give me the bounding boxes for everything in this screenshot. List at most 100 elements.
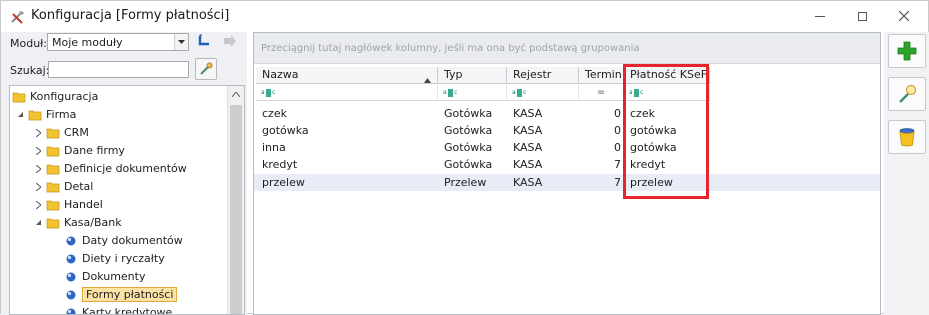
group-by-panel[interactable]: Przeciągnij tutaj nagłówek kolumny, jeśl… [254,33,880,64]
tree-item-karty-kredytowe[interactable]: Karty kredytowe [64,304,172,315]
tree-item-label: Dokumenty [82,270,145,283]
text-filter-icon: ac [512,89,527,97]
folder-icon [46,181,60,193]
cell-rejestr: KASA [507,156,579,173]
maximize-icon [858,12,867,21]
edit-button[interactable] [888,77,926,111]
add-button[interactable] [888,34,926,68]
cell-termin: 7 [579,156,624,173]
tree-item-firma[interactable]: Firma [14,106,76,123]
tree-item-dokumenty[interactable]: Dokumenty [64,268,145,285]
cell-rejestr: KASA [507,174,579,191]
tree-item-daty-dokumentow[interactable]: Daty dokumentów [64,232,183,249]
scroll-thumb[interactable] [230,105,242,315]
expand-arrow-icon[interactable] [32,129,44,137]
back-arrow-icon[interactable] [195,31,215,51]
right-toolbar [884,32,929,315]
magnifier-icon [896,83,918,105]
column-header-label: Nazwa [262,68,298,81]
tree-item-kasa-bank[interactable]: Kasa/Bank [32,214,122,231]
tree-item-label: Diety i ryczałty [82,252,165,265]
equals-filter-icon: = [597,87,605,98]
collapse-arrow-icon[interactable] [32,219,44,226]
configuration-window: Konfiguracja [Formy płatności] Moduł: Mo… [0,0,929,314]
cell-termin: 0 [579,105,624,122]
scroll-up-icon[interactable] [228,86,244,103]
window-title: Konfiguracja [Formy płatności] [31,8,229,23]
module-label: Moduł: [10,37,47,50]
trash-icon [896,126,918,148]
filter-nazwa[interactable]: ac [256,85,438,101]
tree-item-crm[interactable]: CRM [32,124,89,141]
tree-item-diety-i-ryczalty[interactable]: Diety i ryczałty [64,250,165,267]
column-header-termin[interactable]: Termin [579,67,624,84]
column-header-label: Termin [585,68,622,81]
cell-nazwa: gotówka [256,122,438,139]
tree-item-detal[interactable]: Detal [32,178,93,195]
cell-typ: Gotówka [438,122,507,139]
forward-arrow-icon[interactable] [220,31,240,51]
settings-leaf-icon [64,271,78,283]
cell-nazwa: czek [256,105,438,122]
minimize-icon [815,16,825,17]
tree-item-label: Handel [64,198,103,211]
pipette-search-icon [198,61,214,77]
filter-rejestr[interactable]: ac [507,85,579,101]
settings-leaf-icon [64,289,78,301]
delete-button[interactable] [888,120,926,154]
cell-rejestr: KASA [507,105,579,122]
cell-termin: 0 [579,139,624,156]
filter-termin[interactable]: = [579,85,624,101]
tree-item-label: Dane firmy [64,144,125,157]
tree-item-label: Daty dokumentów [82,234,183,247]
tree-item-handel[interactable]: Handel [32,196,103,213]
tree-scrollbar[interactable] [227,86,244,315]
column-header-label: Typ [444,68,463,81]
expand-arrow-icon[interactable] [32,201,44,209]
folder-icon [46,145,60,157]
tree-item-dane-firmy[interactable]: Dane firmy [32,142,125,159]
search-button[interactable] [195,58,217,80]
configuration-tree[interactable]: Konfiguracja Firma CRM Dane firmy Defini… [9,85,245,315]
settings-leaf-icon [64,235,78,247]
chevron-down-icon[interactable] [174,34,188,50]
tree-item-formy-platnosci[interactable]: Formy płatności [64,286,177,303]
expand-arrow-icon[interactable] [32,147,44,155]
filter-typ[interactable]: ac [438,85,507,101]
tree-item-konfiguracja[interactable]: Konfiguracja [12,88,98,105]
folder-icon [12,91,26,103]
payment-methods-grid: Przeciągnij tutaj nagłówek kolumny, jeśl… [253,32,881,315]
tree-item-label: Konfiguracja [30,90,98,103]
cell-nazwa: przelew [256,174,438,191]
folder-icon [46,163,60,175]
module-select[interactable]: Moje moduły [47,33,189,51]
column-header-typ[interactable]: Typ [438,67,507,84]
tree-item-definicje-dokumentow[interactable]: Definicje dokumentów [32,160,187,177]
tree-item-label: Firma [46,108,76,121]
search-label: Szukaj: [10,64,49,77]
cell-rejestr: KASA [507,139,579,156]
collapse-arrow-icon[interactable] [14,111,26,118]
tree-item-label: Formy płatności [82,287,177,302]
tree-item-label: Definicje dokumentów [64,162,187,175]
folder-icon [46,127,60,139]
cell-rejestr: KASA [507,122,579,139]
cell-nazwa: inna [256,139,438,156]
maximize-button[interactable] [839,1,885,31]
group-by-hint: Przeciągnij tutaj nagłówek kolumny, jeśl… [261,43,640,54]
expand-arrow-icon[interactable] [32,183,44,191]
folder-icon [46,217,60,229]
minimize-button[interactable] [797,1,843,31]
ksef-column-highlight [623,64,709,199]
title-bar: Konfiguracja [Formy płatności] [1,1,928,32]
cell-termin: 0 [579,122,624,139]
search-input[interactable] [48,61,189,78]
close-button[interactable] [881,1,927,31]
expand-arrow-icon[interactable] [32,165,44,173]
column-header-rejestr[interactable]: Rejestr [507,67,579,84]
column-header-nazwa[interactable]: Nazwa [256,67,438,84]
tree-item-label: Kasa/Bank [64,216,122,229]
cell-termin: 7 [579,174,624,191]
close-icon [899,11,909,21]
cell-typ: Gotówka [438,156,507,173]
